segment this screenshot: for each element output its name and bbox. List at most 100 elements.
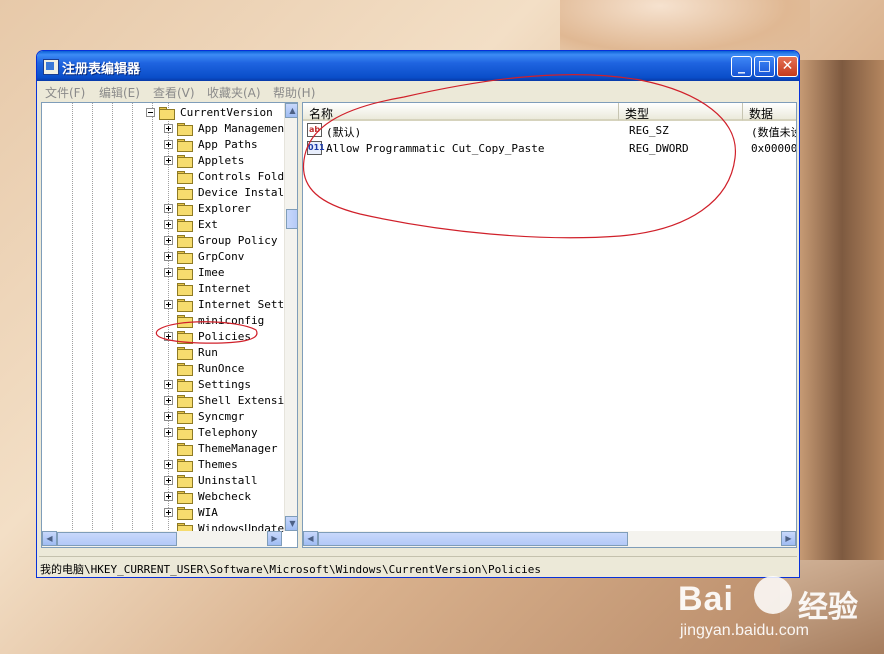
tree-node-label: Ext: [198, 218, 218, 231]
folder-icon: [177, 459, 193, 472]
tree-horizontal-scrollbar[interactable]: ◀ ▶: [42, 531, 282, 547]
tree-node[interactable]: GrpConv: [42, 249, 282, 265]
list-hscroll-thumb[interactable]: [318, 532, 628, 546]
expand-plus-icon[interactable]: [164, 492, 173, 501]
window-title: 注册表编辑器: [62, 62, 141, 77]
tree-node[interactable]: RunOnce: [42, 361, 282, 377]
expand-plus-icon[interactable]: [164, 380, 173, 389]
tree-node[interactable]: Internet: [42, 281, 282, 297]
expand-plus-icon[interactable]: [164, 204, 173, 213]
value-row[interactable]: ab (默认) REG_SZ (数值未设: [307, 123, 797, 139]
expand-plus-icon[interactable]: [164, 508, 173, 517]
tree-node[interactable]: Internet Settings: [42, 297, 297, 313]
tree-node[interactable]: Telephony: [42, 425, 282, 441]
folder-icon: [177, 491, 193, 504]
tree-node-label: Shell Extensions: [198, 394, 298, 407]
expand-plus-icon[interactable]: [164, 300, 173, 309]
list-scroll-left-arrow-icon[interactable]: ◀: [303, 531, 318, 546]
menu-help[interactable]: 帮助(H): [273, 84, 315, 101]
expand-plus-icon[interactable]: [164, 140, 173, 149]
expand-plus-icon[interactable]: [164, 220, 173, 229]
folder-icon: [177, 443, 193, 456]
tree-node[interactable]: Controls Folder: [42, 169, 297, 185]
folder-icon: [177, 411, 193, 424]
title-bar[interactable]: 注册表编辑器 _ □ ✕: [37, 51, 799, 81]
tree-hscroll-thumb[interactable]: [57, 532, 177, 546]
tree-node[interactable]: Themes: [42, 457, 282, 473]
menu-favorites[interactable]: 收藏夹(A): [207, 84, 261, 101]
list-scroll-right-arrow-icon[interactable]: ▶: [781, 531, 796, 546]
menu-edit[interactable]: 编辑(E): [99, 84, 140, 101]
scroll-left-arrow-icon[interactable]: ◀: [42, 531, 57, 546]
expand-plus-icon[interactable]: [164, 460, 173, 469]
folder-icon: [159, 107, 175, 120]
key-tree-pane[interactable]: CurrentVersion App Management App Paths App…: [41, 102, 298, 548]
expand-plus-icon[interactable]: [164, 428, 173, 437]
tree-scroll-thumb[interactable]: [286, 209, 297, 229]
folder-icon: [177, 395, 193, 408]
tree-node[interactable]: Group Policy: [42, 233, 282, 249]
tree-node[interactable]: Applets: [42, 153, 282, 169]
tree-node[interactable]: miniconfig: [42, 313, 282, 329]
maximize-button[interactable]: □: [754, 56, 775, 77]
tree-node-label: ThemeManager: [198, 442, 278, 455]
value-data: (数值未设: [751, 126, 797, 139]
scroll-down-arrow-icon[interactable]: ▼: [285, 516, 297, 531]
tree-node[interactable]: Shell Extensions: [42, 393, 297, 409]
tree-node-label: miniconfig: [198, 314, 265, 327]
folder-icon: [177, 283, 193, 296]
expand-plus-icon[interactable]: [164, 396, 173, 405]
tree-node[interactable]: App Paths: [42, 137, 282, 153]
value-name: Allow Programmatic Cut_Copy_Paste: [326, 142, 545, 155]
value-row[interactable]: 011 Allow Programmatic Cut_Copy_Paste REG_…: [307, 141, 797, 157]
minimize-button[interactable]: _: [731, 56, 752, 77]
tree-node[interactable]: Explorer: [42, 201, 282, 217]
baidu-watermark: Bai 经验 jingyan.baidu.com: [650, 560, 880, 650]
folder-icon: [177, 427, 193, 440]
collapse-minus-icon[interactable]: [146, 108, 155, 117]
tree-node[interactable]: Policies: [42, 329, 282, 345]
tree-node[interactable]: Run: [42, 345, 282, 361]
expand-plus-icon[interactable]: [164, 124, 173, 133]
value-data: 0x000000: [751, 142, 797, 155]
value-list-pane[interactable]: 名称 类型 数据 ab (默认) REG_SZ (数值未设 011 Allow Progr…: [302, 102, 797, 548]
tree-node-label: Themes: [198, 458, 238, 471]
menu-view[interactable]: 查看(V): [153, 84, 195, 101]
tree-node-label: WIA: [198, 506, 218, 519]
tree-node[interactable]: Imee: [42, 265, 282, 281]
tree-node[interactable]: ThemeManager: [42, 441, 282, 457]
menu-file[interactable]: 文件(F): [45, 84, 85, 101]
expand-plus-icon[interactable]: [164, 268, 173, 277]
close-button[interactable]: ✕: [777, 56, 798, 77]
tree-node[interactable]: Ext: [42, 217, 282, 233]
expand-plus-icon[interactable]: [164, 156, 173, 165]
tree-node[interactable]: Device Installer: [42, 185, 297, 201]
tree-node[interactable]: Syncmgr: [42, 409, 282, 425]
tree-node[interactable]: Uninstall: [42, 473, 282, 489]
tree-node-currentversion[interactable]: CurrentVersion: [42, 105, 282, 121]
folder-icon: [177, 203, 193, 216]
list-horizontal-scrollbar[interactable]: ◀ ▶: [303, 531, 796, 547]
folder-icon: [177, 299, 193, 312]
expand-plus-icon[interactable]: [164, 332, 173, 341]
scroll-right-arrow-icon[interactable]: ▶: [267, 531, 282, 546]
column-header-data[interactable]: 数据: [743, 103, 796, 121]
watermark-url: jingyan.baidu.com: [680, 622, 809, 639]
column-header-name[interactable]: 名称: [303, 103, 619, 121]
watermark-logo: Bai: [678, 580, 734, 618]
scroll-up-arrow-icon[interactable]: ▲: [285, 103, 297, 118]
column-header-type[interactable]: 类型: [619, 103, 743, 121]
tree-node-label: Internet Settings: [198, 298, 297, 311]
tree-node[interactable]: Settings: [42, 377, 282, 393]
expand-plus-icon[interactable]: [164, 252, 173, 261]
tree-node[interactable]: App Management: [42, 121, 291, 137]
tree-node[interactable]: Webcheck: [42, 489, 282, 505]
dword-value-icon: 011: [307, 141, 325, 155]
value-type: REG_DWORD: [629, 142, 689, 155]
string-value-icon: ab: [307, 123, 322, 137]
tree-vertical-scrollbar[interactable]: ▲ ▼: [284, 103, 297, 531]
expand-plus-icon[interactable]: [164, 236, 173, 245]
expand-plus-icon[interactable]: [164, 476, 173, 485]
tree-node[interactable]: WIA: [42, 505, 282, 521]
expand-plus-icon[interactable]: [164, 412, 173, 421]
